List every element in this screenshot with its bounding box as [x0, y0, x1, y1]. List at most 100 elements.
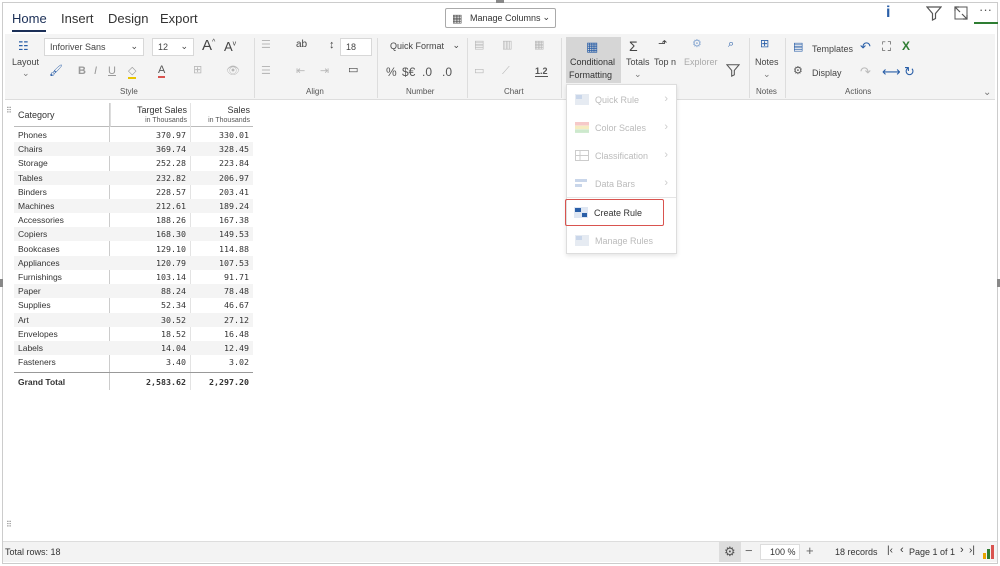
column-chart-icon[interactable]: ▥ — [502, 40, 512, 51]
decrease-font-icon[interactable]: Av — [224, 40, 236, 53]
tab-design[interactable]: Design — [108, 11, 148, 26]
table-chart-icon[interactable]: ▭ — [474, 66, 484, 77]
prev-page-icon[interactable]: ‹ — [900, 544, 904, 556]
explorer-label[interactable]: Explorer — [684, 57, 718, 67]
bold-icon[interactable]: B — [78, 66, 86, 77]
explorer-icon[interactable]: ⚙ — [692, 39, 702, 50]
currency-button[interactable]: $€ — [402, 65, 415, 79]
table-row[interactable]: Fasteners 3.40 3.02 — [14, 355, 253, 369]
menu-item-create-rule[interactable]: Create Rule — [565, 199, 664, 226]
top-n-icon[interactable]: ⬏ — [658, 39, 667, 50]
top-n-label[interactable]: Top n — [654, 57, 676, 67]
menu-item-quick-rule[interactable]: Quick Rule › — [567, 87, 676, 113]
italic-icon[interactable]: I — [94, 66, 97, 77]
search-icon[interactable]: ⌕ — [728, 39, 734, 50]
stacked-chart-icon[interactable]: ▦ — [534, 40, 544, 51]
table-row[interactable]: Art 30.52 27.12 — [14, 312, 253, 327]
table-row[interactable]: Binders 228.57 203.41 — [14, 185, 253, 199]
increase-decimal-button[interactable]: .0 — [422, 65, 432, 79]
table-row[interactable]: Copiers 168.30 149.53 — [14, 227, 253, 242]
table-row[interactable]: Envelopes 18.52 16.48 — [14, 327, 253, 341]
more-options-button[interactable]: ··· — [974, 0, 998, 24]
layout-label[interactable]: Layout — [12, 57, 39, 67]
expand-icon[interactable] — [953, 5, 969, 21]
zoom-input[interactable]: 100 % — [760, 544, 800, 560]
templates-icon[interactable]: ▤ — [793, 42, 803, 53]
decrease-decimal-button[interactable]: .0 — [442, 65, 452, 79]
table-row[interactable]: Accessories 188.26 167.38 — [14, 213, 253, 227]
fill-color-icon[interactable]: ◇ — [128, 66, 137, 79]
table-row[interactable]: Tables 232.82 206.97 — [14, 170, 253, 185]
quick-format-select[interactable]: Quick Format ⌄ — [385, 38, 462, 56]
align-middle-icon[interactable]: ☰ — [261, 66, 271, 77]
indent-decrease-icon[interactable]: ⇤ — [296, 66, 305, 77]
table-row[interactable]: Machines 212.61 189.24 — [14, 199, 253, 213]
table-row[interactable]: Supplies 52.34 46.67 — [14, 298, 253, 312]
filter-icon[interactable] — [926, 5, 942, 21]
percent-button[interactable]: % — [386, 65, 397, 79]
excel-icon[interactable]: X — [902, 40, 910, 52]
table-row[interactable]: Furnishings 103.14 91.71 — [14, 270, 253, 284]
tab-home[interactable]: Home — [12, 11, 47, 26]
borders-icon[interactable]: ⊞ — [193, 65, 202, 76]
column-header-sales[interactable]: Sales in Thousands — [190, 103, 253, 127]
zoom-in-icon[interactable]: + — [806, 543, 814, 558]
row-height-icon[interactable]: ↕ — [329, 40, 335, 51]
resize-handle[interactable] — [496, 0, 504, 3]
table-row[interactable]: Chairs 369.74 328.45 — [14, 142, 253, 157]
filter-icon[interactable] — [726, 63, 740, 77]
notes-label[interactable]: Notes — [755, 57, 779, 67]
menu-item-manage-rules[interactable]: Manage Rules — [567, 228, 676, 254]
tab-insert[interactable]: Insert — [61, 11, 94, 26]
table-row[interactable]: Storage 252.28 223.84 — [14, 156, 253, 170]
cell-padding-icon[interactable]: ▭ — [348, 65, 358, 76]
manage-columns-button[interactable]: ▦ Manage Columns ⌄ — [445, 8, 556, 28]
layout-icon[interactable]: ☷ — [18, 40, 29, 52]
next-page-icon[interactable]: › — [960, 544, 964, 556]
chevron-down-icon[interactable]: ⌄ — [22, 69, 30, 78]
redo-icon[interactable]: ↷ — [860, 65, 871, 78]
column-header-target-sales[interactable]: Target Sales in Thousands — [110, 103, 190, 127]
drag-handle-icon[interactable]: ⠿ — [6, 520, 12, 529]
font-color-icon[interactable]: A — [158, 65, 166, 78]
chevron-down-icon[interactable]: ⌄ — [634, 70, 642, 79]
menu-item-classification[interactable]: Classification › — [567, 143, 676, 169]
collapse-ribbon-icon[interactable]: ⌄ — [983, 88, 991, 98]
table-row[interactable]: Phones 370.97 330.01 — [14, 128, 253, 142]
font-size-select[interactable]: 12 ⌄ — [152, 38, 194, 56]
chart-number-button[interactable]: 1.2 — [535, 66, 548, 77]
add-note-icon[interactable]: ⊞ — [760, 39, 769, 50]
wrap-text-icon[interactable]: ab — [296, 40, 307, 50]
format-painter-icon[interactable]: 🖌 — [49, 66, 63, 77]
chevron-down-icon[interactable]: ⌄ — [763, 70, 771, 79]
drag-handle-icon[interactable]: ⠿ — [6, 106, 12, 115]
totals-label[interactable]: Totals — [626, 57, 650, 67]
table-row[interactable]: Paper 88.24 78.48 — [14, 284, 253, 299]
first-page-icon[interactable]: |‹ — [887, 545, 893, 556]
underline-icon[interactable]: U — [108, 66, 116, 77]
info-icon[interactable]: i — [886, 4, 890, 22]
totals-icon[interactable]: Σ — [629, 39, 638, 53]
table-row[interactable]: Labels 14.04 12.49 — [14, 341, 253, 355]
settings-button[interactable]: ⚙ — [719, 542, 741, 562]
menu-item-data-bars[interactable]: Data Bars › — [567, 171, 676, 197]
row-height-input[interactable]: 18 — [340, 38, 372, 56]
templates-label[interactable]: Templates — [812, 44, 853, 54]
align-left-icon[interactable]: ☰ — [261, 40, 271, 51]
visibility-icon[interactable]: 👁 — [226, 66, 240, 77]
resize-handle[interactable] — [0, 279, 3, 287]
column-header-category[interactable]: Category — [14, 103, 110, 127]
zoom-out-icon[interactable]: − — [745, 543, 753, 558]
line-chart-icon[interactable]: ⟋ — [502, 66, 510, 77]
indent-increase-icon[interactable]: ⇥ — [320, 66, 329, 77]
display-icon[interactable]: ⚙ — [793, 66, 803, 77]
table-row[interactable]: Bookcases 129.10 114.88 — [14, 242, 253, 256]
last-page-icon[interactable]: ›| — [969, 545, 975, 556]
conditional-formatting-button[interactable]: ▦ Conditional Formatting — [566, 37, 621, 83]
grand-total-row[interactable]: Grand Total 2,583.62 2,297.20 — [14, 372, 253, 390]
bar-chart-icon[interactable]: ▤ — [474, 40, 484, 51]
resize-icon[interactable]: ⟷ — [882, 65, 901, 78]
display-label[interactable]: Display — [812, 68, 842, 78]
fit-icon[interactable]: ⛶ — [882, 40, 891, 53]
font-family-select[interactable]: Inforiver Sans ⌄ — [44, 38, 144, 56]
